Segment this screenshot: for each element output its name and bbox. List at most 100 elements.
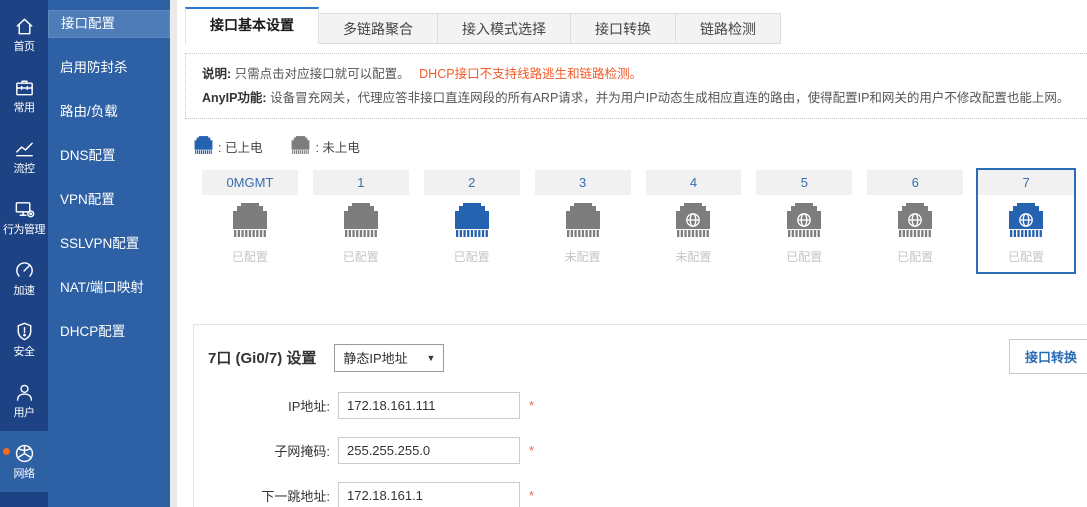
interface-convert-button[interactable]: 接口转换 (1009, 339, 1087, 374)
sidebar-item-首页[interactable]: 首页 (0, 4, 48, 65)
port-1[interactable]: 1 已配置 (311, 168, 411, 274)
menu-item-DNS配置[interactable]: DNS配置 (48, 142, 170, 170)
rj45-wan-port-icon (1006, 195, 1046, 242)
rj45-port-icon (452, 195, 492, 242)
field-input-1[interactable] (338, 437, 520, 464)
mode-select-value: 静态IP地址 (343, 348, 407, 367)
sidebar-item-流控[interactable]: 流控 (0, 126, 48, 187)
tab-bar: 接口基本设置多链路聚合接入模式选择接口转换链路检测 (185, 0, 1087, 44)
port-status: 已配置 (454, 248, 490, 265)
port-label: 7 (978, 170, 1074, 195)
port-5[interactable]: 5 已配置 (754, 168, 854, 274)
notice-text: 只需点击对应接口就可以配置。 (235, 67, 410, 81)
port-label: 3 (535, 170, 631, 195)
anyip-text: 设备冒充网关，代理应答非接口直连网段的所有ARP请求，并为用户IP动态生成相应直… (270, 91, 1069, 105)
tab-链路检测[interactable]: 链路检测 (676, 13, 781, 44)
sidebar-item-label: 行为管理 (3, 224, 45, 237)
tab-接入模式选择[interactable]: 接入模式选择 (438, 13, 571, 44)
panel-header: 7口 (Gi0/7) 设置 静态IP地址 ▼ 接口转换 (208, 341, 1087, 374)
power-legend: : 已上电 : 未上电 (185, 134, 1087, 158)
shield-icon (13, 320, 36, 346)
port-6[interactable]: 6 已配置 (865, 168, 965, 274)
rj45-wan-port-icon (673, 195, 713, 242)
port-2[interactable]: 2 已配置 (422, 168, 522, 274)
rj45-wan-port-icon (784, 195, 824, 242)
primary-sidebar: 首页常用流控行为管理加速安全用户网络 (0, 0, 48, 507)
sidebar-gutter (170, 0, 177, 507)
notice-box: 说明: 只需点击对应接口就可以配置。 DHCP接口不支持线路逃生和链路检测。 A… (185, 53, 1087, 119)
tab-接口转换[interactable]: 接口转换 (571, 13, 676, 44)
panel-title: 7口 (Gi0/7) 设置 (208, 347, 316, 368)
port-label: 4 (646, 170, 742, 195)
legend-powered-label: : 已上电 (218, 137, 262, 156)
port-status: 已配置 (897, 248, 933, 265)
sidebar-item-label: 常用 (14, 102, 35, 115)
port-unpowered-icon (290, 136, 315, 157)
menu-item-SSLVPN配置[interactable]: SSLVPN配置 (48, 230, 170, 258)
form-row: IP地址: * (208, 392, 1087, 419)
field-label: 下一跳地址: (208, 486, 330, 505)
sidebar-item-label: 用户 (14, 407, 35, 420)
sidebar-item-网络[interactable]: 网络 (0, 431, 48, 492)
form-row: 下一跳地址: * (208, 482, 1087, 507)
sidebar-item-安全[interactable]: 安全 (0, 309, 48, 370)
legend-unpowered: : 未上电 (290, 136, 359, 157)
notice-line-1: 说明: 只需点击对应接口就可以配置。 DHCP接口不支持线路逃生和链路检测。 (202, 62, 1074, 86)
sidebar-item-加速[interactable]: 加速 (0, 248, 48, 309)
port-0MGMT[interactable]: 0MGMT 已配置 (200, 168, 300, 274)
person-icon (13, 381, 36, 407)
sidebar-item-常用[interactable]: 常用 (0, 65, 48, 126)
port-status: 已配置 (343, 248, 379, 265)
required-asterisk: * (529, 443, 534, 458)
sidebar-item-label: 流控 (14, 163, 35, 176)
port-label: 1 (313, 170, 409, 195)
menu-item-路由/负载[interactable]: 路由/负载 (48, 98, 170, 126)
field-input-2[interactable] (338, 482, 520, 507)
menu-item-NAT/端口映射[interactable]: NAT/端口映射 (48, 274, 170, 302)
required-asterisk: * (529, 398, 534, 413)
port-label: 6 (867, 170, 963, 195)
form-row: 子网掩码: * (208, 437, 1087, 464)
menu-item-DHCP配置[interactable]: DHCP配置 (48, 318, 170, 346)
sidebar-item-用户[interactable]: 用户 (0, 370, 48, 431)
notice-line-2: AnyIP功能: 设备冒充网关，代理应答非接口直连网段的所有ARP请求，并为用户… (202, 86, 1074, 110)
menu-item-VPN配置[interactable]: VPN配置 (48, 186, 170, 214)
content-area: 接口基本设置多链路聚合接入模式选择接口转换链路检测 说明: 只需点击对应接口就可… (177, 0, 1087, 507)
notice-label: 说明: (202, 67, 231, 81)
port-status: 已配置 (232, 248, 268, 265)
port-status: 未配置 (565, 248, 601, 265)
port-powered-icon (193, 136, 218, 157)
gauge-icon (13, 259, 36, 285)
port-7[interactable]: 7 已配置 (976, 168, 1076, 274)
field-label: IP地址: (208, 396, 330, 415)
port-status: 未配置 (675, 248, 711, 265)
field-label: 子网掩码: (208, 441, 330, 460)
notice-warning-text: DHCP接口不支持线路逃生和链路检测。 (419, 67, 642, 81)
port-settings-panel: 7口 (Gi0/7) 设置 静态IP地址 ▼ 接口转换 IP地址: * 子网掩码: *… (193, 324, 1087, 507)
menu-item-接口配置[interactable]: 接口配置 (48, 10, 170, 38)
required-asterisk: * (529, 488, 534, 503)
port-3[interactable]: 3 未配置 (533, 168, 633, 274)
tab-多链路聚合[interactable]: 多链路聚合 (319, 13, 438, 44)
monitor-gear-icon (13, 198, 36, 224)
home-icon (13, 15, 36, 41)
rj45-wan-port-icon (895, 195, 935, 242)
mode-select[interactable]: 静态IP地址 ▼ (334, 344, 444, 372)
menu-item-启用防封杀[interactable]: 启用防封杀 (48, 54, 170, 82)
field-input-0[interactable] (338, 392, 520, 419)
port-4[interactable]: 4 未配置 (644, 168, 744, 274)
port-status: 已配置 (1008, 248, 1044, 265)
briefcase-icon (13, 76, 36, 102)
rj45-port-icon (230, 195, 270, 242)
rj45-port-icon (341, 195, 381, 242)
notification-dot (3, 448, 10, 455)
legend-powered: : 已上电 (193, 136, 262, 157)
sidebar-item-行为管理[interactable]: 行为管理 (0, 187, 48, 248)
legend-unpowered-label: : 未上电 (315, 137, 359, 156)
sidebar-item-label: 首页 (14, 41, 35, 54)
tab-接口基本设置[interactable]: 接口基本设置 (185, 7, 319, 44)
port-label: 2 (424, 170, 520, 195)
port-label: 5 (756, 170, 852, 195)
secondary-menu: 接口配置启用防封杀路由/负载 DNS配置 VPN配置 SSLVPN配置 NAT/端口映射… (48, 0, 170, 507)
port-label: 0MGMT (202, 170, 298, 195)
